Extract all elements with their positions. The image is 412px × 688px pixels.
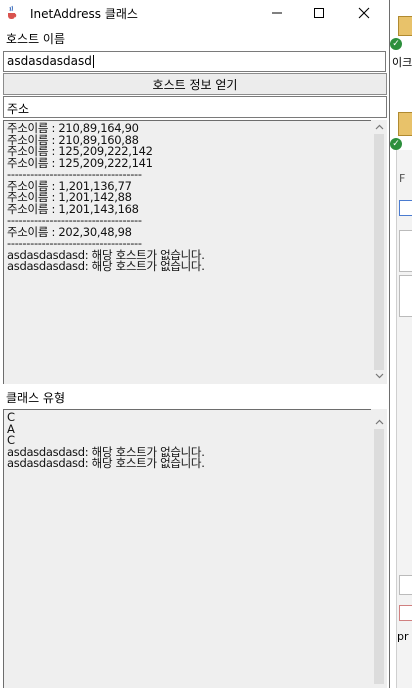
maximize-button[interactable] (300, 0, 338, 25)
scroll-up-arrow-icon[interactable] (374, 417, 384, 427)
title-bar[interactable]: InetAddress 클래스 (0, 0, 389, 25)
minimize-button[interactable] (258, 0, 296, 25)
checkmark-icon: ✓ (390, 38, 402, 50)
background-desktop: ✓ 이크 ✓ F pr (390, 0, 412, 688)
background-box (399, 200, 412, 216)
close-icon (358, 7, 370, 18)
host-name-input[interactable]: asdasdasdasd (3, 51, 386, 72)
scroll-track[interactable] (374, 134, 384, 370)
checkmark-icon: ✓ (390, 138, 402, 150)
host-name-value: asdasdasdasd (7, 54, 92, 68)
background-box-4 (399, 575, 412, 595)
window-title: InetAddress 클래스 (30, 7, 138, 21)
address-field[interactable]: 주소 (3, 96, 387, 118)
desktop-file-icon-2[interactable] (398, 112, 412, 136)
text-caret (92, 55, 94, 68)
get-host-info-button[interactable]: 호스트 정보 얻기 (3, 73, 387, 95)
java-cup-icon (4, 4, 20, 20)
maximize-icon (314, 7, 324, 18)
address-field-label: 주소 (7, 102, 30, 116)
host-label-row: 호스트 이름 (0, 26, 388, 48)
output-line: asdasdasdasd: 해당 호스트가 없습니다. (7, 259, 205, 273)
class-type-label: 클래스 유형 (6, 391, 66, 405)
class-label-row: 클래스 유형 (0, 385, 388, 407)
background-text-1: F (399, 172, 406, 185)
close-button[interactable] (345, 0, 383, 25)
desktop-icon-label-1: 이크 (392, 56, 412, 69)
address-scrollbar[interactable] (371, 120, 387, 384)
output-line: C (7, 410, 15, 424)
class-output-area[interactable]: C A Casdasdasdasd: 해당 호스트가 없습니다. asdasdasda… (3, 409, 371, 688)
main-window: InetAddress 클래스 호스트 이름 asdasdasdasd 호스트 … (0, 0, 390, 688)
scroll-up-arrow-icon[interactable] (374, 122, 384, 132)
output-line: A (7, 421, 15, 436)
minimize-icon (272, 12, 282, 13)
scroll-down-arrow-icon[interactable] (374, 371, 384, 381)
desktop-file-icon-1[interactable] (398, 16, 412, 36)
background-box-3 (399, 275, 412, 317)
scroll-track[interactable] (374, 429, 384, 684)
class-scrollbar[interactable] (371, 409, 387, 688)
address-output-area[interactable]: 주소이름 : 210,89,164,90 주소이름 : 210,89,160,88… (3, 120, 371, 384)
output-line: asdasdasdasd: 해당 호스트가 없습니다. (7, 456, 205, 470)
background-box-2 (399, 230, 412, 272)
host-label: 호스트 이름 (6, 32, 66, 46)
background-browser-panel: F pr (396, 150, 412, 688)
background-box-5 (399, 605, 412, 621)
background-text-2: pr (397, 630, 409, 643)
